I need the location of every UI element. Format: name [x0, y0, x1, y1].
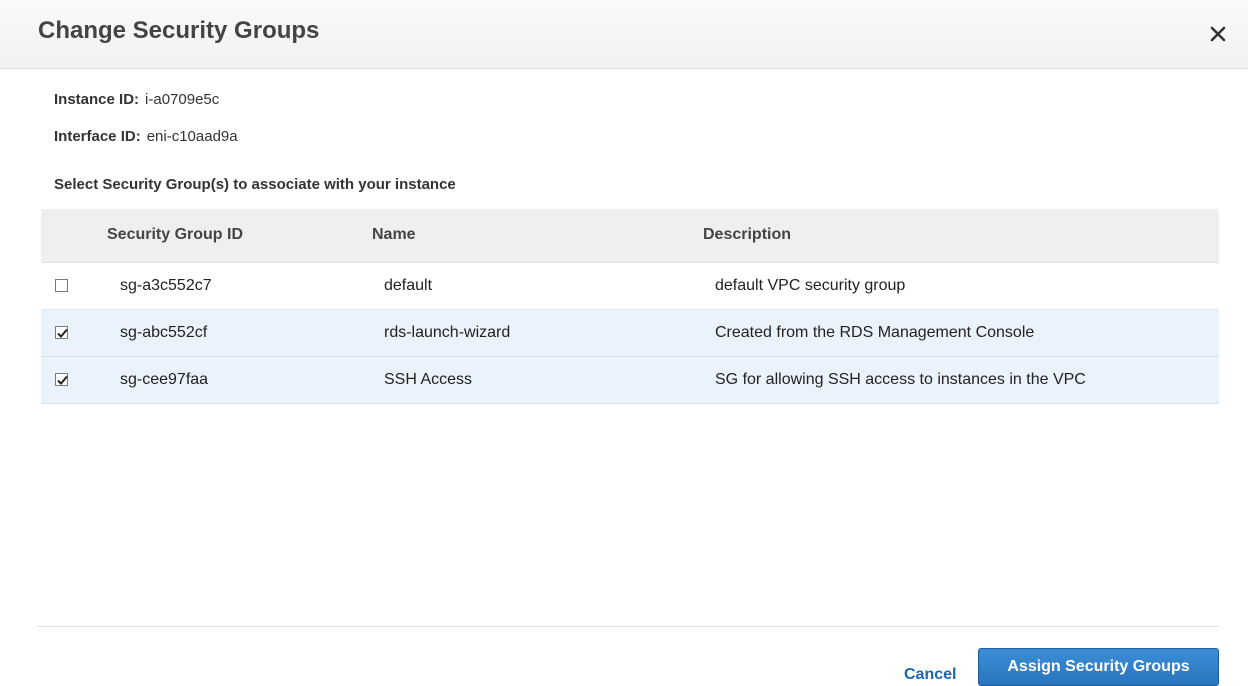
security-group-id-cell: sg-cee97faa: [107, 356, 372, 404]
change-security-groups-dialog: Change Security Groups Instance ID: i-a07…: [0, 0, 1248, 686]
security-group-id-cell: sg-a3c552c7: [107, 262, 372, 310]
interface-id-row: Interface ID: eni-c10aad9a: [54, 128, 238, 145]
checkmark-icon: [57, 328, 68, 338]
description-cell: default VPC security group: [703, 262, 1219, 310]
header-description[interactable]: Description: [703, 209, 1219, 263]
name-cell: SSH Access: [372, 356, 703, 404]
close-button[interactable]: [1198, 14, 1238, 54]
cancel-button[interactable]: Cancel: [904, 666, 956, 684]
row-select-cell: [41, 309, 107, 357]
description-cell: Created from the RDS Management Console: [703, 309, 1219, 357]
close-icon: [1209, 25, 1227, 43]
row-select-cell: [41, 356, 107, 404]
description-cell: SG for allowing SSH access to instances …: [703, 356, 1219, 404]
dialog-header: Change Security Groups: [0, 0, 1248, 69]
security-group-id-cell: sg-abc552cf: [107, 309, 372, 357]
row-checkbox[interactable]: [55, 372, 68, 386]
interface-id-value: eni-c10aad9a: [146, 128, 238, 145]
checkmark-icon: [57, 375, 68, 385]
name-cell: default: [372, 262, 703, 310]
header-name[interactable]: Name: [372, 209, 703, 263]
table-row[interactable]: sg-a3c552c7 default default VPC security…: [41, 262, 1219, 310]
instance-id-value: i-a0709e5c: [145, 91, 220, 108]
name-cell: rds-launch-wizard: [372, 309, 703, 357]
instance-id-label: Instance ID:: [54, 91, 140, 108]
interface-id-label: Interface ID:: [54, 128, 141, 145]
row-checkbox[interactable]: [55, 325, 68, 339]
header-security-group-id[interactable]: Security Group ID: [107, 209, 372, 263]
dialog-title: Change Security Groups: [38, 17, 320, 44]
table-header-row: Security Group ID Name Description: [41, 209, 1219, 263]
footer-divider: [38, 626, 1218, 627]
instance-id-row: Instance ID: i-a0709e5c: [54, 91, 219, 108]
row-select-cell: [41, 262, 107, 310]
row-checkbox[interactable]: [55, 278, 68, 292]
security-groups-table: Security Group ID Name Description sg-a3…: [41, 209, 1219, 404]
assign-security-groups-button[interactable]: Assign Security Groups: [978, 648, 1219, 686]
table-row[interactable]: sg-abc552cf rds-launch-wizard Created fr…: [41, 309, 1219, 357]
header-select: [41, 209, 107, 263]
table-row[interactable]: sg-cee97faa SSH Access SG for allowing S…: [41, 356, 1219, 404]
select-security-groups-heading: Select Security Group(s) to associate wi…: [54, 176, 456, 193]
